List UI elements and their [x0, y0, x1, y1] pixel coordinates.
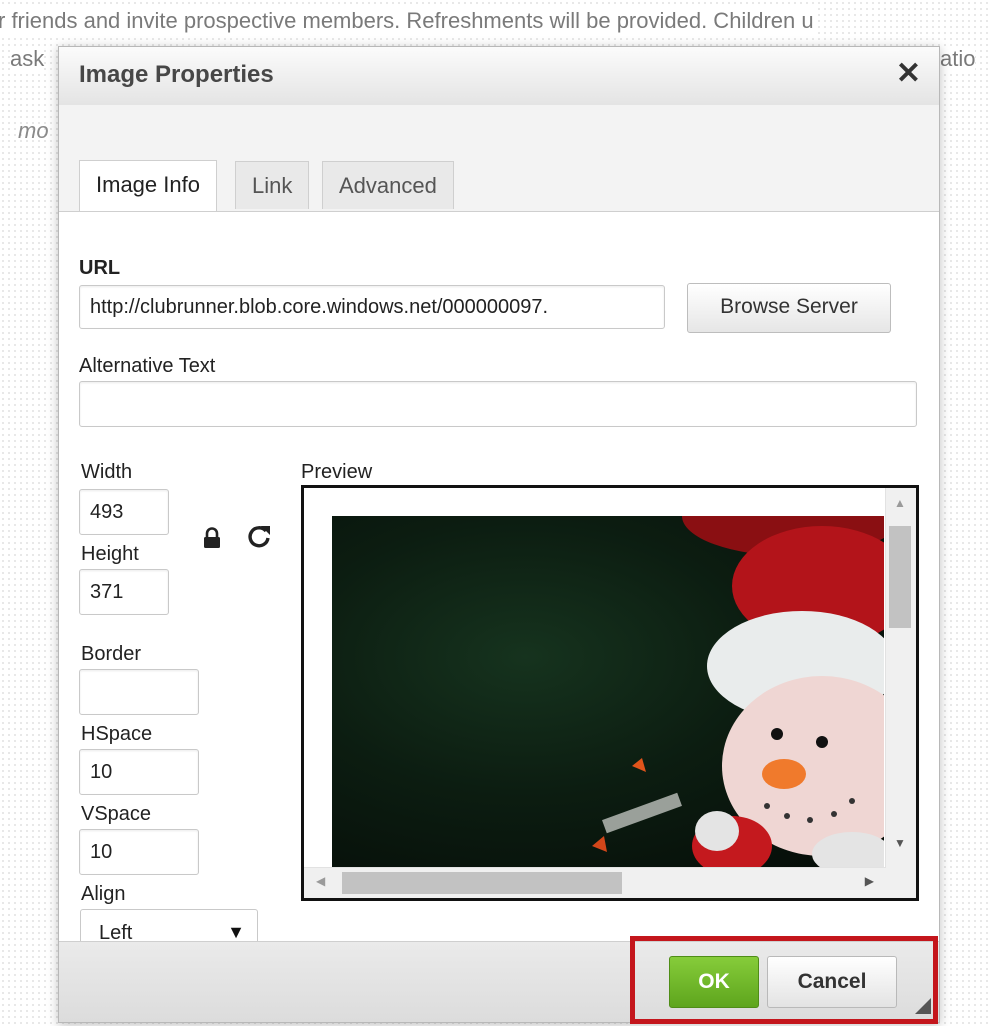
chevron-down-icon: ▼: [227, 922, 245, 942]
hspace-input[interactable]: [79, 749, 199, 795]
tab-image-info[interactable]: Image Info: [79, 160, 217, 211]
tab-link[interactable]: Link: [235, 161, 310, 209]
vspace-label: VSpace: [81, 803, 152, 825]
image-properties-dialog: Image Properties ✕ Image Info Link Advan…: [58, 46, 940, 1023]
dialog-footer: OK Cancel: [59, 941, 939, 1022]
hspace-label: HSpace: [81, 723, 153, 745]
preview-image: [332, 516, 884, 868]
lock-icon[interactable]: [201, 527, 223, 549]
alternative-text-label: Alternative Text: [79, 355, 216, 377]
height-label: Height: [81, 543, 139, 565]
border-label: Border: [81, 643, 142, 665]
tab-strip: Image Info Link Advanced: [59, 105, 939, 212]
preview-horizontal-scrollbar[interactable]: ◀ ▶: [304, 867, 886, 898]
width-input[interactable]: [79, 489, 169, 535]
border-input[interactable]: [79, 669, 199, 715]
scroll-up-icon[interactable]: ▲: [894, 496, 906, 510]
align-label: Align: [81, 883, 126, 905]
url-input[interactable]: [79, 285, 665, 329]
width-label: Width: [81, 461, 133, 483]
dialog-titlebar[interactable]: Image Properties ✕: [59, 47, 939, 106]
preview-vertical-scrollbar[interactable]: ▲ ▼: [885, 488, 916, 870]
close-icon[interactable]: ✕: [896, 59, 921, 89]
background-text-line: r friends and invite prospective members…: [0, 8, 814, 34]
resize-grip-icon[interactable]: [915, 998, 931, 1014]
horizontal-scroll-thumb[interactable]: [342, 872, 622, 894]
background-more-link: mo: [18, 118, 49, 143]
background-text-fragment: atio: [940, 46, 976, 72]
background-text-fragment: ask: [10, 46, 45, 72]
vertical-scroll-thumb[interactable]: [889, 526, 911, 628]
browse-server-button[interactable]: Browse Server: [687, 283, 891, 333]
reset-size-icon[interactable]: [246, 523, 272, 551]
dialog-title: Image Properties: [79, 61, 274, 88]
url-label: URL: [79, 257, 121, 279]
scrollbar-corner: [886, 868, 916, 898]
alternative-text-input[interactable]: [79, 381, 917, 427]
vspace-input[interactable]: [79, 829, 199, 875]
scroll-right-icon[interactable]: ▶: [865, 874, 874, 888]
scroll-left-icon[interactable]: ◀: [316, 874, 325, 888]
preview-label: Preview: [301, 461, 373, 483]
cancel-button[interactable]: Cancel: [767, 956, 897, 1008]
tab-advanced[interactable]: Advanced: [322, 161, 454, 209]
height-input[interactable]: [79, 569, 169, 615]
ok-button[interactable]: OK: [669, 956, 759, 1008]
preview-pane[interactable]: ▲ ▼ ◀ ▶: [301, 485, 919, 901]
scroll-down-icon[interactable]: ▼: [894, 836, 906, 850]
